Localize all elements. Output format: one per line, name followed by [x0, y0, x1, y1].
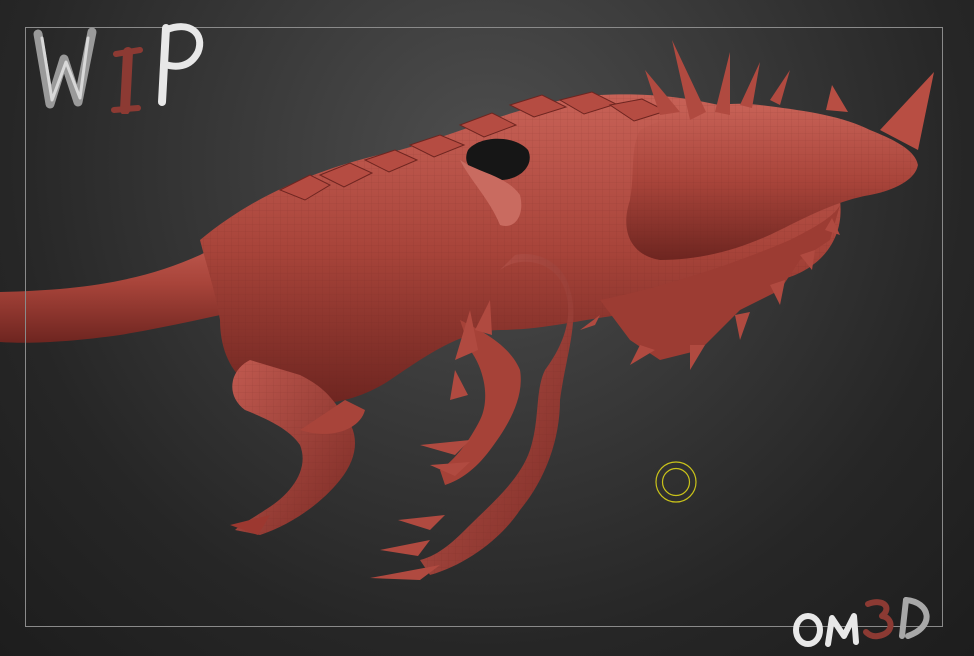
brush-cursor-icon[interactable] [655, 461, 697, 503]
svg-text:WIP: WIP [30, 14, 61, 18]
om3d-watermark-logo [793, 597, 930, 647]
wip-watermark-logo: WIP [30, 14, 204, 114]
sculpt-viewport[interactable]: WIP WIP OM3D [0, 0, 974, 656]
